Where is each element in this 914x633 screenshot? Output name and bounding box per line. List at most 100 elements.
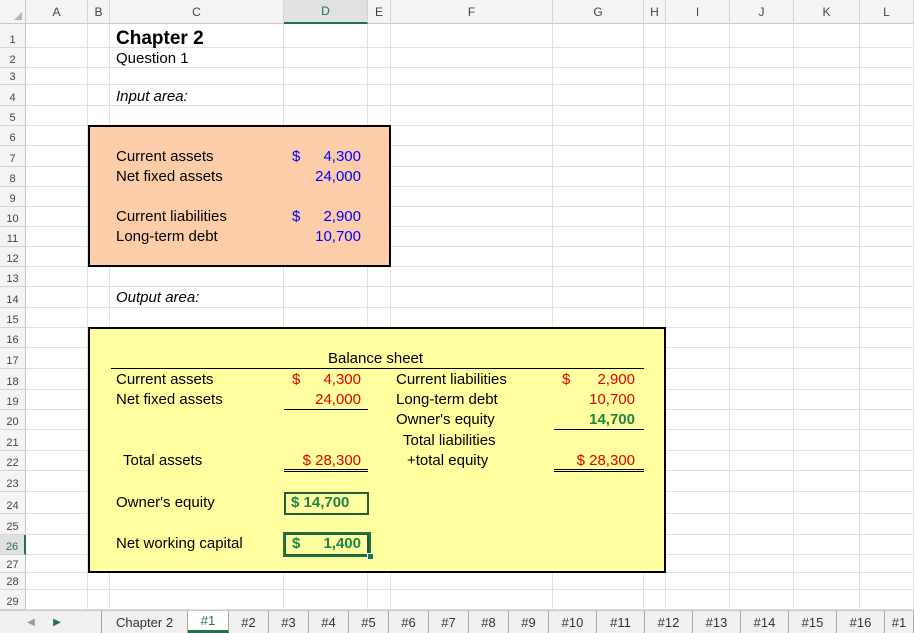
sheet-tab-13[interactable]: #13 — [693, 611, 741, 633]
sheet-tab-11[interactable]: #11 — [597, 611, 645, 633]
input-long-term-debt-value[interactable]: 10,700 — [300, 228, 361, 246]
bs-assets-subtotal-rule — [284, 409, 368, 410]
row-header-1[interactable]: 1 — [0, 24, 26, 48]
row-header-21[interactable]: 21 — [0, 430, 26, 451]
balance-sheet-title: Balance sheet — [328, 350, 424, 367]
bs-total-equity-label: +total equity — [407, 452, 489, 469]
row-header-28[interactable]: 28 — [0, 573, 26, 590]
next-sheet-arrow-icon[interactable]: ▶ — [46, 611, 68, 633]
column-header-c[interactable]: C — [110, 0, 284, 24]
column-gridline — [859, 24, 860, 610]
row-header-4[interactable]: 4 — [0, 85, 26, 106]
sheet-tab-17[interactable]: #1 — [885, 611, 914, 633]
sheet-tab-10[interactable]: #10 — [549, 611, 597, 633]
bs-total-liab-equity-value[interactable]: $ 28,300 — [554, 452, 635, 470]
row-header-17[interactable]: 17 — [0, 348, 26, 369]
output-area-label: Output area: — [116, 289, 200, 306]
sheet-tab-15[interactable]: #15 — [789, 611, 837, 633]
input-current-assets-value[interactable]: 4,300 — [300, 148, 361, 166]
row-header-24[interactable]: 24 — [0, 492, 26, 514]
sheet-tab-4[interactable]: #4 — [309, 611, 349, 633]
row-header-15[interactable]: 15 — [0, 308, 26, 328]
input-long-term-debt-label: Long-term debt — [116, 228, 218, 245]
row-header-13[interactable]: 13 — [0, 267, 26, 287]
bs-current-liabilities-value[interactable]: 2,900 — [570, 371, 635, 389]
column-header-b[interactable]: B — [88, 0, 110, 24]
bs-total-liabilities-label: Total liabilities — [403, 432, 496, 449]
spreadsheet-grid[interactable]: ABCDEFGHIJKL 1 2 3 4 5 6 7 8 9 10 11 12 13 14 15 16 17 18… — [0, 0, 914, 610]
row-header-3[interactable]: 3 — [0, 68, 26, 85]
bs-current-assets-value[interactable]: 4,300 — [300, 371, 361, 389]
bs-long-term-debt-label: Long-term debt — [396, 391, 498, 408]
row-gridline — [26, 286, 914, 287]
fill-handle[interactable] — [367, 553, 374, 560]
column-header-i[interactable]: I — [666, 0, 730, 24]
sheet-tab-3[interactable]: #3 — [269, 611, 309, 633]
row-header-5[interactable]: 5 — [0, 106, 26, 126]
bs-long-term-debt-value[interactable]: 10,700 — [570, 391, 635, 409]
column-header-g[interactable]: G — [553, 0, 644, 24]
sheet-tab-5[interactable]: #5 — [349, 611, 389, 633]
column-header-l[interactable]: L — [860, 0, 914, 24]
owners-equity-value[interactable]: $ 14,700 — [291, 494, 349, 512]
sheet-tab-9[interactable]: #9 — [509, 611, 549, 633]
bs-total-liab-equity-double-rule — [554, 469, 644, 472]
question-label: Question 1 — [116, 50, 189, 67]
bs-liabilities-subtotal-rule — [554, 429, 644, 430]
input-current-liabilities-label: Current liabilities — [116, 208, 227, 225]
row-header-27[interactable]: 27 — [0, 555, 26, 573]
bs-total-assets-value[interactable]: $ 28,300 — [284, 452, 361, 470]
column-header-a[interactable]: A — [26, 0, 88, 24]
row-header-20[interactable]: 20 — [0, 410, 26, 430]
row-header-2[interactable]: 2 — [0, 48, 26, 68]
bs-current-liabilities-label: Current liabilities — [396, 371, 507, 388]
bs-owners-equity-label: Owner's equity — [396, 411, 495, 428]
select-all-corner[interactable] — [0, 0, 26, 24]
row-header-26[interactable]: 26 — [0, 535, 26, 555]
sheet-tab-8[interactable]: #8 — [469, 611, 509, 633]
row-header-10[interactable]: 10 — [0, 207, 26, 227]
sheet-tab-6[interactable]: #6 — [389, 611, 429, 633]
row-header-6[interactable]: 6 — [0, 126, 26, 146]
bs-net-fixed-assets-value[interactable]: 24,000 — [300, 391, 361, 409]
sheet-tab-2[interactable]: #2 — [229, 611, 269, 633]
bs-owners-equity-value[interactable]: 14,700 — [570, 411, 635, 429]
column-gridline — [793, 24, 794, 610]
row-header-18[interactable]: 18 — [0, 369, 26, 390]
column-header-j[interactable]: J — [730, 0, 794, 24]
sheet-tab-0[interactable]: Chapter 2 — [101, 611, 188, 633]
sheet-tab-16[interactable]: #16 — [837, 611, 885, 633]
prev-sheet-arrow-icon[interactable]: ◀ — [20, 611, 42, 633]
row-header-19[interactable]: 19 — [0, 390, 26, 410]
column-gridline — [729, 24, 730, 610]
sheet-tab-14[interactable]: #14 — [741, 611, 789, 633]
bs-total-assets-double-rule — [284, 469, 368, 472]
input-net-fixed-assets-value[interactable]: 24,000 — [300, 168, 361, 186]
sheet-tab-7[interactable]: #7 — [429, 611, 469, 633]
column-header-d[interactable]: D — [284, 0, 368, 24]
nwc-label: Net working capital — [116, 535, 243, 552]
input-current-liabilities-value[interactable]: 2,900 — [300, 208, 361, 226]
row-header-23[interactable]: 23 — [0, 471, 26, 492]
owners-equity-label: Owner's equity — [116, 494, 215, 511]
row-header-12[interactable]: 12 — [0, 247, 26, 267]
row-header-11[interactable]: 11 — [0, 227, 26, 247]
column-header-k[interactable]: K — [794, 0, 860, 24]
row-header-7[interactable]: 7 — [0, 146, 26, 167]
row-header-25[interactable]: 25 — [0, 514, 26, 535]
row-header-14[interactable]: 14 — [0, 287, 26, 308]
active-cell-selection — [283, 532, 371, 557]
sheet-tab-12[interactable]: #12 — [645, 611, 693, 633]
chapter-title: Chapter 2 — [116, 28, 204, 49]
row-header-22[interactable]: 22 — [0, 451, 26, 471]
row-gridline — [26, 307, 914, 308]
row-header-29[interactable]: 29 — [0, 590, 26, 610]
select-all-triangle-icon — [14, 12, 22, 20]
column-header-f[interactable]: F — [391, 0, 553, 24]
sheet-tab-1[interactable]: #1 — [188, 611, 229, 633]
row-header-8[interactable]: 8 — [0, 167, 26, 187]
row-header-9[interactable]: 9 — [0, 187, 26, 207]
column-header-e[interactable]: E — [368, 0, 391, 24]
row-header-16[interactable]: 16 — [0, 328, 26, 348]
column-header-h[interactable]: H — [644, 0, 666, 24]
